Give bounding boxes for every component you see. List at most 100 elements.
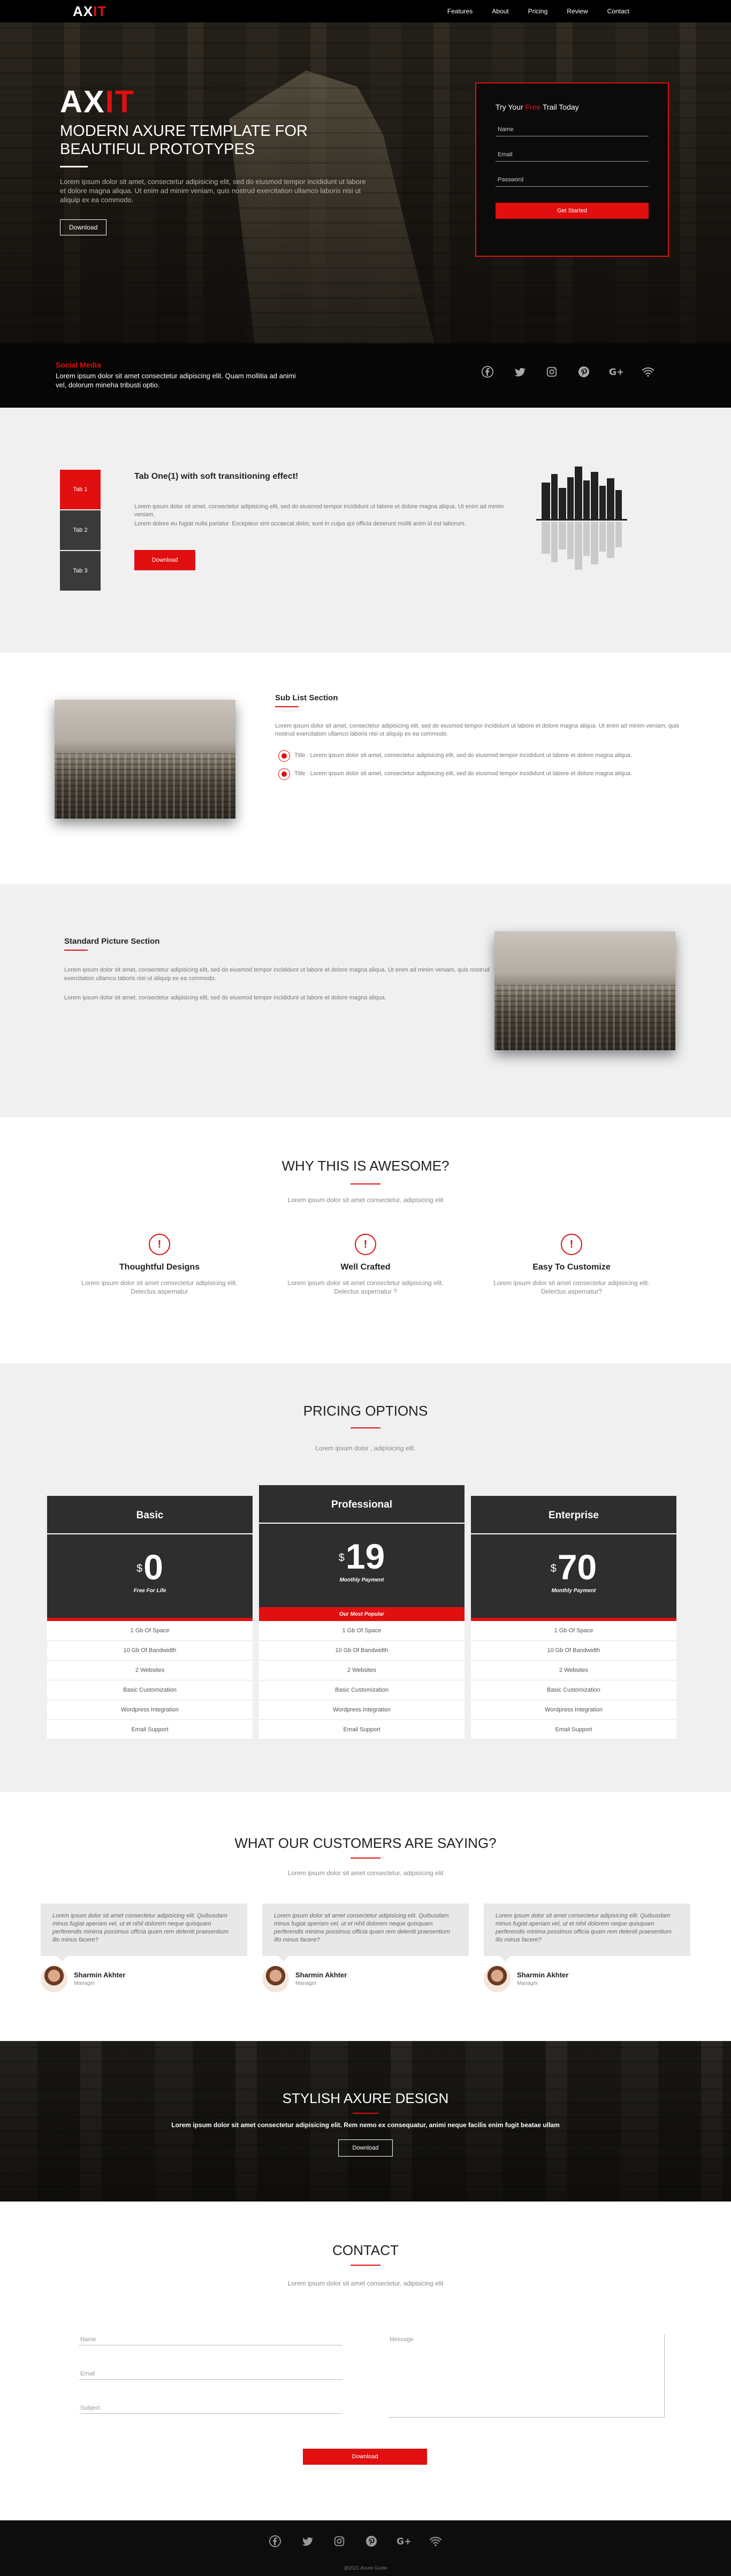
feature-description: Lorem ipsum dolor sit amet consectetur a… — [493, 1279, 650, 1295]
svg-text:G+: G+ — [609, 367, 623, 378]
contact-email-input[interactable] — [79, 2368, 342, 2380]
feature-card: ! Easy To Customize Lorem ipsum dolor si… — [475, 1234, 668, 1296]
trial-email-input[interactable] — [496, 148, 649, 162]
plan-price: $0 Free For Life — [47, 1534, 253, 1618]
banner-description: Lorem ipsum dolor sit amet consectetur a… — [171, 2121, 560, 2129]
trial-title-pre: Try Your — [496, 103, 526, 111]
avatar — [484, 1966, 511, 1992]
footer: G+ @2021 Axure Guide — [0, 2520, 731, 2576]
twitter-icon[interactable] — [511, 366, 528, 381]
pinterest-icon[interactable] — [575, 366, 592, 381]
tab-download-button[interactable]: Download — [134, 550, 195, 570]
nav-link-features[interactable]: Features — [447, 7, 473, 15]
author-name: Sharmin Akhter — [517, 1971, 569, 1979]
feature-title: Well Crafted — [340, 1263, 391, 1272]
feature-description: Lorem ipsum dolor sit amet consectetur a… — [81, 1279, 238, 1295]
contact-download-button[interactable]: Download — [303, 2449, 427, 2465]
plan-feature: 1 Gb Of Space — [259, 1621, 465, 1641]
author-name: Sharmin Akhter — [74, 1971, 126, 1979]
feature-title: Thoughtful Designs — [119, 1263, 200, 1272]
contact-name-input[interactable] — [79, 2334, 342, 2345]
pricing-title: PRICING OPTIONS — [303, 1403, 428, 1419]
hero-divider — [60, 166, 88, 167]
pricing-divider — [351, 1427, 380, 1428]
plan-price: $70 Monthly Payment — [471, 1534, 676, 1618]
plan-feature: Basic Customization — [47, 1680, 253, 1700]
hero-logo: AXIT — [60, 87, 370, 118]
plan-feature: Email Support — [471, 1720, 676, 1740]
testimonials-subtitle: Lorem ipsum dolor sit amet consectetur, … — [287, 1869, 444, 1877]
testimonial-quote: Lorem ipsum dolor sit amet consectetur a… — [484, 1904, 690, 1961]
google-plus-icon[interactable]: G+ — [607, 366, 625, 381]
city-photo — [55, 700, 235, 819]
plan-price: $19 Monthly Payment — [259, 1524, 465, 1607]
tab-paragraph-1: Lorem ipsum dolor sit amet, consectetur … — [134, 503, 504, 518]
contact-divider — [351, 2265, 380, 2266]
get-started-button[interactable]: Get Started — [496, 203, 649, 219]
banner-divider — [353, 2113, 378, 2114]
plan-feature: 2 Websites — [259, 1661, 465, 1680]
bullet-icon — [278, 768, 290, 780]
plan-feature: Email Support — [47, 1720, 253, 1740]
nav-logo[interactable]: AXIT — [73, 3, 106, 20]
sub-list-title: Sub List Section — [275, 693, 338, 702]
contact-message-textarea[interactable] — [389, 2334, 665, 2418]
feature-card: ! Thoughtful Designs Lorem ipsum dolor s… — [63, 1234, 256, 1296]
feature-description: Lorem ipsum dolor sit amet consectetur a… — [287, 1279, 444, 1295]
hero-download-button[interactable]: Download — [60, 219, 107, 235]
facebook-icon[interactable] — [479, 366, 496, 381]
hero-title: MODERN AXURE TEMPLATE FOR BEAUTIFUL PROT… — [60, 123, 308, 158]
stylish-design-banner: STYLISH AXURE DESIGN Lorem ipsum dolor s… — [0, 2041, 731, 2202]
banner-download-button[interactable]: Download — [338, 2139, 393, 2157]
trial-password-input[interactable] — [496, 173, 649, 187]
nav-link-review[interactable]: Review — [567, 7, 588, 15]
wifi-icon[interactable] — [427, 2535, 444, 2550]
testimonials-divider — [351, 1858, 380, 1859]
trial-name-input[interactable] — [496, 123, 649, 136]
pinterest-icon[interactable] — [363, 2535, 380, 2550]
tab-section: Tab 1 Tab 2 Tab 3 Tab One(1) with soft t… — [0, 408, 731, 653]
avatar — [41, 1966, 67, 1992]
nav-link-contact[interactable]: Contact — [607, 7, 629, 15]
sub-list-item-text: Title : Lorem ipsum dolor sit amet, cons… — [294, 752, 633, 759]
trial-title-accent: Free — [525, 103, 541, 111]
twitter-icon[interactable] — [299, 2535, 316, 2550]
instagram-icon[interactable] — [331, 2535, 348, 2550]
google-plus-icon[interactable]: G+ — [395, 2535, 412, 2550]
sub-list-item: Title : Lorem ipsum dolor sit amet, cons… — [278, 768, 669, 780]
plan-amount: 70 — [557, 1547, 597, 1587]
plan-period: Free For Life — [133, 1588, 166, 1594]
lightbulb-icon: ! — [561, 1234, 582, 1255]
pricing-subtitle: Lorem ipsum dolor , adipisicing elit. — [315, 1444, 416, 1452]
tab-3[interactable]: Tab 3 — [60, 551, 101, 591]
tab-1[interactable]: Tab 1 — [60, 470, 101, 509]
nav-logo-accent: IT — [93, 3, 107, 19]
footer-copyright: @2021 Axure Guide — [344, 2565, 387, 2571]
standard-divider — [64, 950, 88, 951]
tab-paragraph-2: Lorem dolore eu fugiat nulla pariatur. E… — [134, 521, 466, 527]
contact-section: CONTACT Lorem ipsum dolor sit amet conse… — [0, 2202, 731, 2520]
city-skyline-icon — [536, 467, 627, 570]
author-name: Sharmin Akhter — [295, 1971, 347, 1979]
instagram-icon[interactable] — [543, 366, 560, 381]
feature-title: Easy To Customize — [532, 1263, 611, 1272]
plan-feature: Email Support — [259, 1720, 465, 1740]
nav-link-pricing[interactable]: Pricing — [528, 7, 548, 15]
wifi-icon[interactable] — [639, 366, 657, 381]
tab-title: Tab One(1) with soft transitioning effec… — [134, 472, 299, 481]
lightbulb-icon: ! — [355, 1234, 376, 1255]
features-divider — [351, 1183, 380, 1184]
testimonial-quote: Lorem ipsum dolor sit amet consectetur a… — [41, 1904, 247, 1961]
hero-section: AXIT MODERN AXURE TEMPLATE FOR BEAUTIFUL… — [0, 22, 731, 343]
nav-link-about[interactable]: About — [492, 7, 508, 15]
trial-title: Try Your Free Trail Today — [496, 103, 649, 111]
contact-subject-input[interactable] — [79, 2403, 342, 2414]
plan-feature: 2 Websites — [47, 1661, 253, 1680]
social-icons: G+ — [479, 366, 657, 381]
lightbulb-icon: ! — [149, 1234, 170, 1255]
pricing-card-enterprise: Enterprise $70 Monthly Payment 1 Gb Of S… — [471, 1496, 676, 1740]
facebook-icon[interactable] — [266, 2535, 284, 2550]
plan-feature: 10 Gb Of Bandwidth — [47, 1641, 253, 1661]
pricing-card-professional: Professional $19 Monthly Payment Our Mos… — [259, 1485, 465, 1740]
tab-2[interactable]: Tab 2 — [60, 510, 101, 550]
